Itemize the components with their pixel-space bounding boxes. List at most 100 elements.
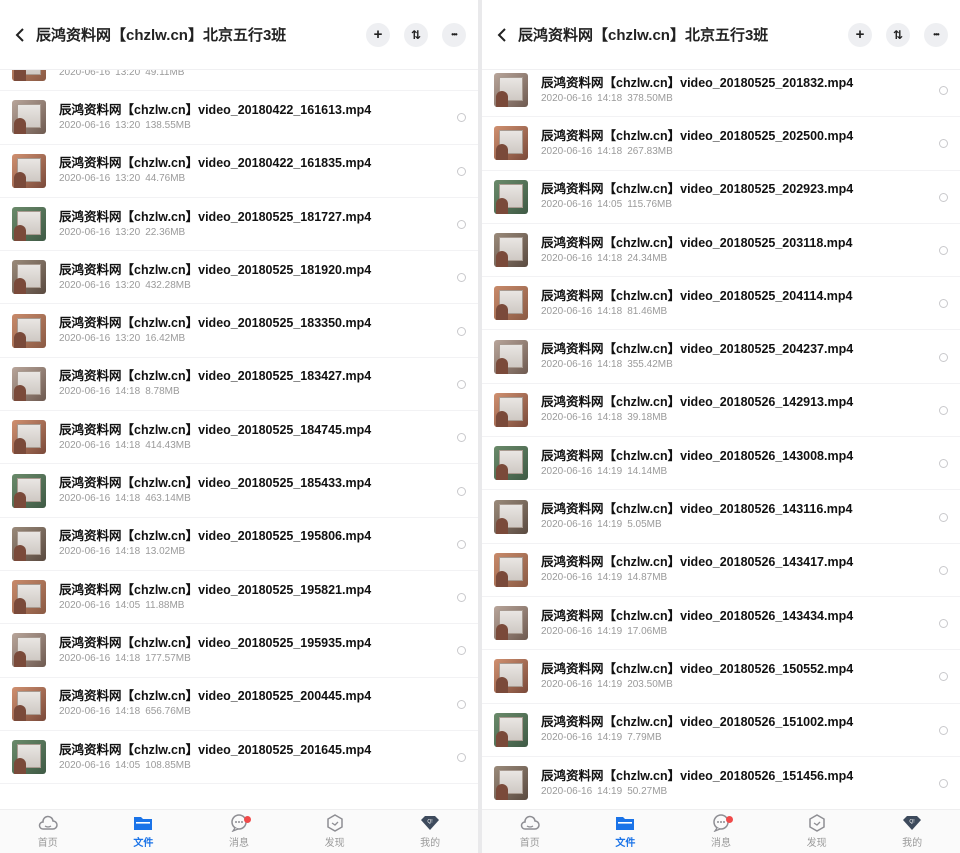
file-row[interactable]: 辰鸿资料网【chzlw.cn】video_20180525_195806.mp4… bbox=[0, 518, 478, 571]
file-meta: 辰鸿资料网【chzlw.cn】video_20180526_143008.mp4… bbox=[541, 448, 960, 479]
select-checkbox[interactable] bbox=[939, 405, 948, 415]
file-row[interactable]: 辰鸿资料网【chzlw.cn】video_20180526_143008.mp4… bbox=[482, 437, 960, 491]
select-checkbox[interactable] bbox=[457, 699, 466, 709]
tab-discover[interactable]: 发现 bbox=[769, 810, 865, 853]
file-date: 2020-06-16 bbox=[541, 625, 593, 637]
tab-cloud[interactable]: 首页 bbox=[0, 810, 96, 853]
file-row[interactable]: 辰鸿资料网【chzlw.cn】video_20180525_203118.mp4… bbox=[482, 224, 960, 278]
folder-icon bbox=[133, 814, 153, 832]
tab-profile[interactable]: Q! 我的 bbox=[864, 810, 960, 853]
cloud-icon bbox=[520, 814, 540, 832]
file-name: 辰鸿资料网【chzlw.cn】video_20180525_185433.mp4 bbox=[59, 476, 372, 491]
tab-label: 首页 bbox=[37, 838, 58, 849]
select-checkbox[interactable] bbox=[939, 725, 948, 735]
file-time: 13:20 bbox=[115, 119, 141, 131]
select-checkbox[interactable] bbox=[939, 246, 948, 256]
select-checkbox[interactable] bbox=[939, 565, 948, 575]
file-info: 2020-06-16 14:18 81.46MB bbox=[541, 305, 960, 319]
select-checkbox[interactable] bbox=[457, 166, 466, 176]
file-info: 2020-06-16 14:19 50.27MB bbox=[541, 785, 960, 799]
phone-panel-left: 辰鸿资料网【chzlw.cn】北京五行3班 + ⇅ ••• 辰鸿资料网【chzl… bbox=[0, 0, 478, 853]
more-button[interactable]: ••• bbox=[442, 22, 466, 47]
file-date: 2020-06-16 bbox=[59, 386, 111, 398]
tab-profile[interactable]: Q! 我的 bbox=[382, 810, 478, 853]
more-button[interactable]: ••• bbox=[924, 22, 948, 47]
file-size: 14.14MB bbox=[627, 465, 668, 477]
tab-folder[interactable]: 文件 bbox=[96, 810, 192, 853]
file-row[interactable]: 辰鸿资料网【chzlw.cn】video_20180526_143434.mp4… bbox=[482, 597, 960, 651]
file-time: 14:18 bbox=[597, 412, 623, 424]
top-bar: 辰鸿资料网【chzlw.cn】北京五行3班 + ⇅ ••• bbox=[482, 0, 960, 70]
file-name: 辰鸿资料网【chzlw.cn】video_20180526_151002.mp4 bbox=[541, 715, 854, 730]
back-button[interactable] bbox=[492, 24, 514, 46]
video-thumbnail bbox=[494, 659, 528, 694]
back-button[interactable] bbox=[10, 24, 32, 46]
file-row[interactable]: 辰鸿资料网【chzlw.cn】video_20180526_151456.mp4… bbox=[482, 757, 960, 809]
file-row[interactable]: 辰鸿资料网【chzlw.cn】video_20180525_195935.mp4… bbox=[0, 624, 478, 678]
video-thumbnail bbox=[12, 740, 46, 774]
file-time: 14:18 bbox=[115, 706, 141, 718]
sort-button[interactable]: ⇅ bbox=[404, 22, 428, 47]
file-row[interactable]: 辰鸿资料网【chzlw.cn】video_20180525_202923.mp4… bbox=[482, 171, 960, 224]
file-date: 2020-06-16 bbox=[59, 599, 111, 611]
file-row[interactable]: 辰鸿资料网【chzlw.cn】video_20180525_204114.mp4… bbox=[482, 277, 960, 331]
add-button[interactable]: + bbox=[366, 22, 390, 47]
select-checkbox[interactable] bbox=[457, 326, 466, 336]
file-row[interactable]: 辰鸿资料网【chzlw.cn】video_20180525_181727.mp4… bbox=[0, 198, 478, 252]
file-name: 辰鸿资料网【chzlw.cn】video_20180525_204237.mp4 bbox=[541, 342, 854, 357]
file-row[interactable]: 辰鸿资料网【chzlw.cn】video_20180525_201645.mp4… bbox=[0, 731, 478, 785]
select-checkbox[interactable] bbox=[939, 779, 948, 788]
file-meta: 辰鸿资料网【chzlw.cn】video_20180525_201832.mp4… bbox=[541, 75, 960, 106]
file-info: 2020-06-16 14:18 378.50MB bbox=[541, 92, 960, 106]
file-row[interactable]: 辰鸿资料网【chzlw.cn】video_20180526_142913.mp4… bbox=[482, 384, 960, 438]
tab-cloud[interactable]: 首页 bbox=[482, 810, 578, 853]
file-meta: 辰鸿资料网【chzlw.cn】video_20180526_142913.mp4… bbox=[541, 394, 960, 425]
file-meta: 辰鸿资料网【chzlw.cn】video_20180525_183427.mp4… bbox=[59, 368, 478, 399]
video-thumbnail bbox=[12, 366, 46, 401]
select-checkbox[interactable] bbox=[939, 512, 948, 522]
select-checkbox[interactable] bbox=[457, 753, 466, 762]
file-date: 2020-06-16 bbox=[59, 493, 111, 505]
file-row[interactable]: 辰鸿资料网【chzlw.cn】video_20180422_161024.mp4… bbox=[0, 70, 478, 92]
select-checkbox[interactable] bbox=[939, 352, 948, 362]
file-row[interactable]: 辰鸿资料网【chzlw.cn】video_20180526_143417.mp4… bbox=[482, 544, 960, 597]
select-checkbox[interactable] bbox=[457, 486, 466, 496]
file-row[interactable]: 辰鸿资料网【chzlw.cn】video_20180525_181920.mp4… bbox=[0, 251, 478, 305]
file-date: 2020-06-16 bbox=[541, 785, 593, 797]
file-date: 2020-06-16 bbox=[541, 199, 593, 211]
file-time: 14:18 bbox=[115, 439, 141, 451]
file-row[interactable]: 辰鸿资料网【chzlw.cn】video_20180525_200445.mp4… bbox=[0, 678, 478, 731]
file-info: 2020-06-16 14:18 656.76MB bbox=[59, 705, 478, 719]
add-button[interactable]: + bbox=[848, 22, 872, 47]
video-thumbnail bbox=[12, 526, 46, 561]
file-row[interactable]: 辰鸿资料网【chzlw.cn】video_20180526_151002.mp4… bbox=[482, 704, 960, 757]
file-row[interactable]: 辰鸿资料网【chzlw.cn】video_20180525_184745.mp4… bbox=[0, 411, 478, 465]
file-meta: 辰鸿资料网【chzlw.cn】video_20180525_195935.mp4… bbox=[59, 635, 478, 666]
select-checkbox[interactable] bbox=[457, 220, 466, 230]
select-checkbox[interactable] bbox=[939, 192, 948, 202]
file-row[interactable]: 辰鸿资料网【chzlw.cn】video_20180525_183350.mp4… bbox=[0, 304, 478, 358]
file-row[interactable]: 辰鸿资料网【chzlw.cn】video_20180525_185433.mp4… bbox=[0, 464, 478, 518]
file-name: 辰鸿资料网【chzlw.cn】video_20180525_181727.mp4 bbox=[59, 209, 372, 224]
file-size: 463.14MB bbox=[145, 493, 191, 505]
tab-chat[interactable]: 消息 bbox=[191, 810, 287, 853]
tab-chat[interactable]: 消息 bbox=[673, 810, 769, 853]
sort-button[interactable]: ⇅ bbox=[886, 22, 910, 47]
tab-folder[interactable]: 文件 bbox=[578, 810, 674, 853]
file-row[interactable]: 辰鸿资料网【chzlw.cn】video_20180525_202500.mp4… bbox=[482, 117, 960, 171]
file-row[interactable]: 辰鸿资料网【chzlw.cn】video_20180525_201832.mp4… bbox=[482, 70, 960, 118]
file-row[interactable]: 辰鸿资料网【chzlw.cn】video_20180526_150552.mp4… bbox=[482, 650, 960, 704]
select-checkbox[interactable] bbox=[457, 379, 466, 389]
file-info: 2020-06-16 14:19 14.14MB bbox=[541, 465, 960, 479]
file-row[interactable]: 辰鸿资料网【chzlw.cn】video_20180525_195821.mp4… bbox=[0, 571, 478, 625]
file-row[interactable]: 辰鸿资料网【chzlw.cn】video_20180525_204237.mp4… bbox=[482, 330, 960, 384]
file-row[interactable]: 辰鸿资料网【chzlw.cn】video_20180525_183427.mp4… bbox=[0, 358, 478, 412]
file-row[interactable]: 辰鸿资料网【chzlw.cn】video_20180422_161613.mp4… bbox=[0, 91, 478, 145]
chevron-left-icon bbox=[15, 27, 24, 42]
file-row[interactable]: 辰鸿资料网【chzlw.cn】video_20180526_143116.mp4… bbox=[482, 490, 960, 544]
file-size: 14.87MB bbox=[627, 572, 668, 584]
tab-discover[interactable]: 发现 bbox=[287, 810, 383, 853]
select-checkbox[interactable] bbox=[457, 539, 466, 549]
notification-badge bbox=[244, 816, 252, 823]
file-row[interactable]: 辰鸿资料网【chzlw.cn】video_20180422_161835.mp4… bbox=[0, 145, 478, 198]
